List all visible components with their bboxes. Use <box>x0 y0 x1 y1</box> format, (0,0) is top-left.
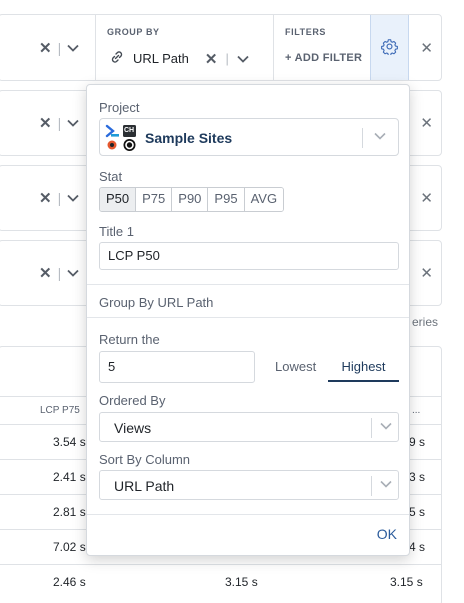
table-row: 2.46 s 3.15 s 3.15 s <box>0 564 442 599</box>
metric-selector[interactable]: ✕ | <box>39 15 79 80</box>
close-icon[interactable]: ✕ <box>420 114 433 132</box>
stat-p75[interactable]: P75 <box>135 188 172 211</box>
close-icon[interactable]: ✕ <box>420 264 433 282</box>
group-by-text: Group By URL Path <box>99 295 214 310</box>
sort-by-label: Sort By Column <box>99 452 191 467</box>
metric-selector[interactable]: ✕ | <box>39 91 79 155</box>
return-count-input[interactable]: 5 <box>99 351 255 383</box>
project-logos: CH <box>105 124 138 152</box>
stat-selector: P50 P75 P90 P95 AVG <box>99 187 285 212</box>
metric-selector[interactable]: ✕ | <box>39 241 79 305</box>
sort-by-value: URL Path <box>114 478 175 494</box>
add-filter-button[interactable]: + ADD FILTER <box>285 52 362 64</box>
title-input[interactable]: LCP P50 <box>99 242 399 270</box>
settings-popover: Project CH Sample Sites Stat P50 P75 P90… <box>86 84 410 556</box>
chevron-down-icon[interactable] <box>67 116 79 130</box>
gear-icon <box>381 38 398 58</box>
clear-icon[interactable]: ✕ <box>39 189 52 207</box>
stat-p90[interactable]: P90 <box>171 188 208 211</box>
ordered-by-select[interactable]: Views <box>99 412 399 442</box>
chevron-down-icon[interactable] <box>380 419 392 433</box>
filters-header: FILTERS <box>285 27 327 37</box>
project-name: Sample Sites <box>145 130 233 146</box>
ok-button[interactable]: OK <box>377 526 397 542</box>
project-label: Project <box>99 100 140 115</box>
close-icon[interactable]: ✕ <box>420 39 433 57</box>
column-header[interactable]: ... <box>412 405 420 416</box>
metric-selector[interactable]: ✕ | <box>39 166 79 230</box>
title-label: Title 1 <box>99 224 134 239</box>
chevron-down-icon[interactable] <box>67 41 79 55</box>
highest-toggle[interactable]: Highest <box>328 359 399 382</box>
chevron-down-icon[interactable] <box>380 477 392 491</box>
stat-p50[interactable]: P50 <box>100 188 136 211</box>
stat-avg[interactable]: AVG <box>243 188 284 211</box>
add-series-link[interactable]: eries <box>412 315 438 329</box>
project-select[interactable]: CH Sample Sites <box>99 118 399 156</box>
stat-p95[interactable]: P95 <box>207 188 244 211</box>
ordered-by-label: Ordered By <box>99 393 166 408</box>
clear-icon[interactable]: ✕ <box>205 50 218 68</box>
chevron-down-icon[interactable] <box>67 191 79 205</box>
group-by-selector[interactable]: URL Path ✕ | <box>109 49 249 68</box>
group-by-header: GROUP BY <box>107 27 160 37</box>
clear-icon[interactable]: ✕ <box>39 264 52 282</box>
chevron-down-icon[interactable] <box>67 266 79 280</box>
query-row-1: ✕ | GROUP BY URL Path ✕ | FILTERS + ADD … <box>0 14 442 81</box>
chevron-down-icon[interactable] <box>237 51 249 66</box>
ordered-by-value: Views <box>114 420 152 436</box>
clear-icon[interactable]: ✕ <box>39 39 52 57</box>
clear-icon[interactable]: ✕ <box>39 114 52 132</box>
group-by-value: URL Path <box>133 51 189 66</box>
logo-ch-text: CH <box>124 127 135 134</box>
close-icon[interactable]: ✕ <box>420 189 433 207</box>
column-header-lcp-p75[interactable]: LCP P75 <box>40 405 80 416</box>
stat-label: Stat <box>99 169 123 184</box>
lowest-toggle[interactable]: Lowest <box>275 359 316 380</box>
chevron-down-icon[interactable] <box>374 129 386 143</box>
settings-button[interactable] <box>370 15 409 80</box>
return-label: Return the <box>99 332 160 347</box>
sort-by-select[interactable]: URL Path <box>99 470 399 500</box>
link-icon <box>109 49 125 68</box>
